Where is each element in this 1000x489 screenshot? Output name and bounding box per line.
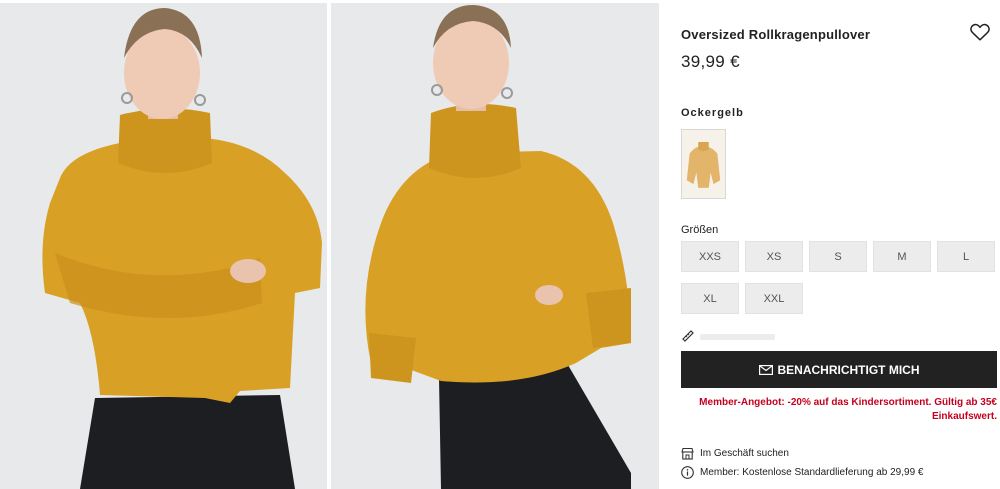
product-image-2[interactable]	[331, 3, 659, 489]
product-price: 39,99 €	[681, 52, 740, 71]
model-photo-standing	[331, 3, 659, 489]
notify-me-label: BENACHRICHTIGT MICH	[777, 362, 920, 377]
ruler-icon	[682, 330, 694, 342]
product-detail-panel: Oversized Rollkragenpullover 39,99 € Ock…	[681, 0, 997, 489]
size-xl-button[interactable]: XL	[681, 283, 739, 314]
wishlist-heart-icon[interactable]	[969, 21, 991, 43]
swatch-thumbnail	[682, 130, 725, 198]
find-in-store-link[interactable]: Im Geschäft suchen	[681, 447, 789, 460]
size-guide-placeholder	[700, 334, 775, 340]
size-s-button[interactable]: S	[809, 241, 867, 272]
find-in-store-label: Im Geschäft suchen	[700, 448, 789, 459]
notify-me-button[interactable]: BENACHRICHTIGT MICH	[681, 351, 997, 388]
shipping-info-label: Member: Kostenlose Standardlieferung ab …	[700, 467, 924, 478]
sizes-label: Größen	[681, 224, 719, 236]
size-m-button[interactable]: M	[873, 241, 931, 272]
size-xxl-button[interactable]: XXL	[745, 283, 803, 314]
info-icon	[681, 466, 694, 479]
member-promo-text: Member-Angebot: -20% auf das Kindersorti…	[699, 397, 997, 422]
envelope-icon	[758, 364, 773, 375]
color-name: Ockergelb	[681, 107, 744, 119]
size-guide-link[interactable]	[681, 329, 801, 345]
size-l-button[interactable]: L	[937, 241, 995, 272]
store-icon	[681, 447, 694, 460]
model-photo-front	[0, 3, 327, 489]
size-xxs-button[interactable]: XXS	[681, 241, 739, 272]
product-title: Oversized Rollkragenpullover	[681, 27, 871, 42]
product-image-1[interactable]	[0, 3, 327, 489]
color-swatch-ockergelb[interactable]	[681, 129, 726, 199]
size-xs-button[interactable]: XS	[745, 241, 803, 272]
shipping-info: Member: Kostenlose Standardlieferung ab …	[681, 466, 923, 479]
